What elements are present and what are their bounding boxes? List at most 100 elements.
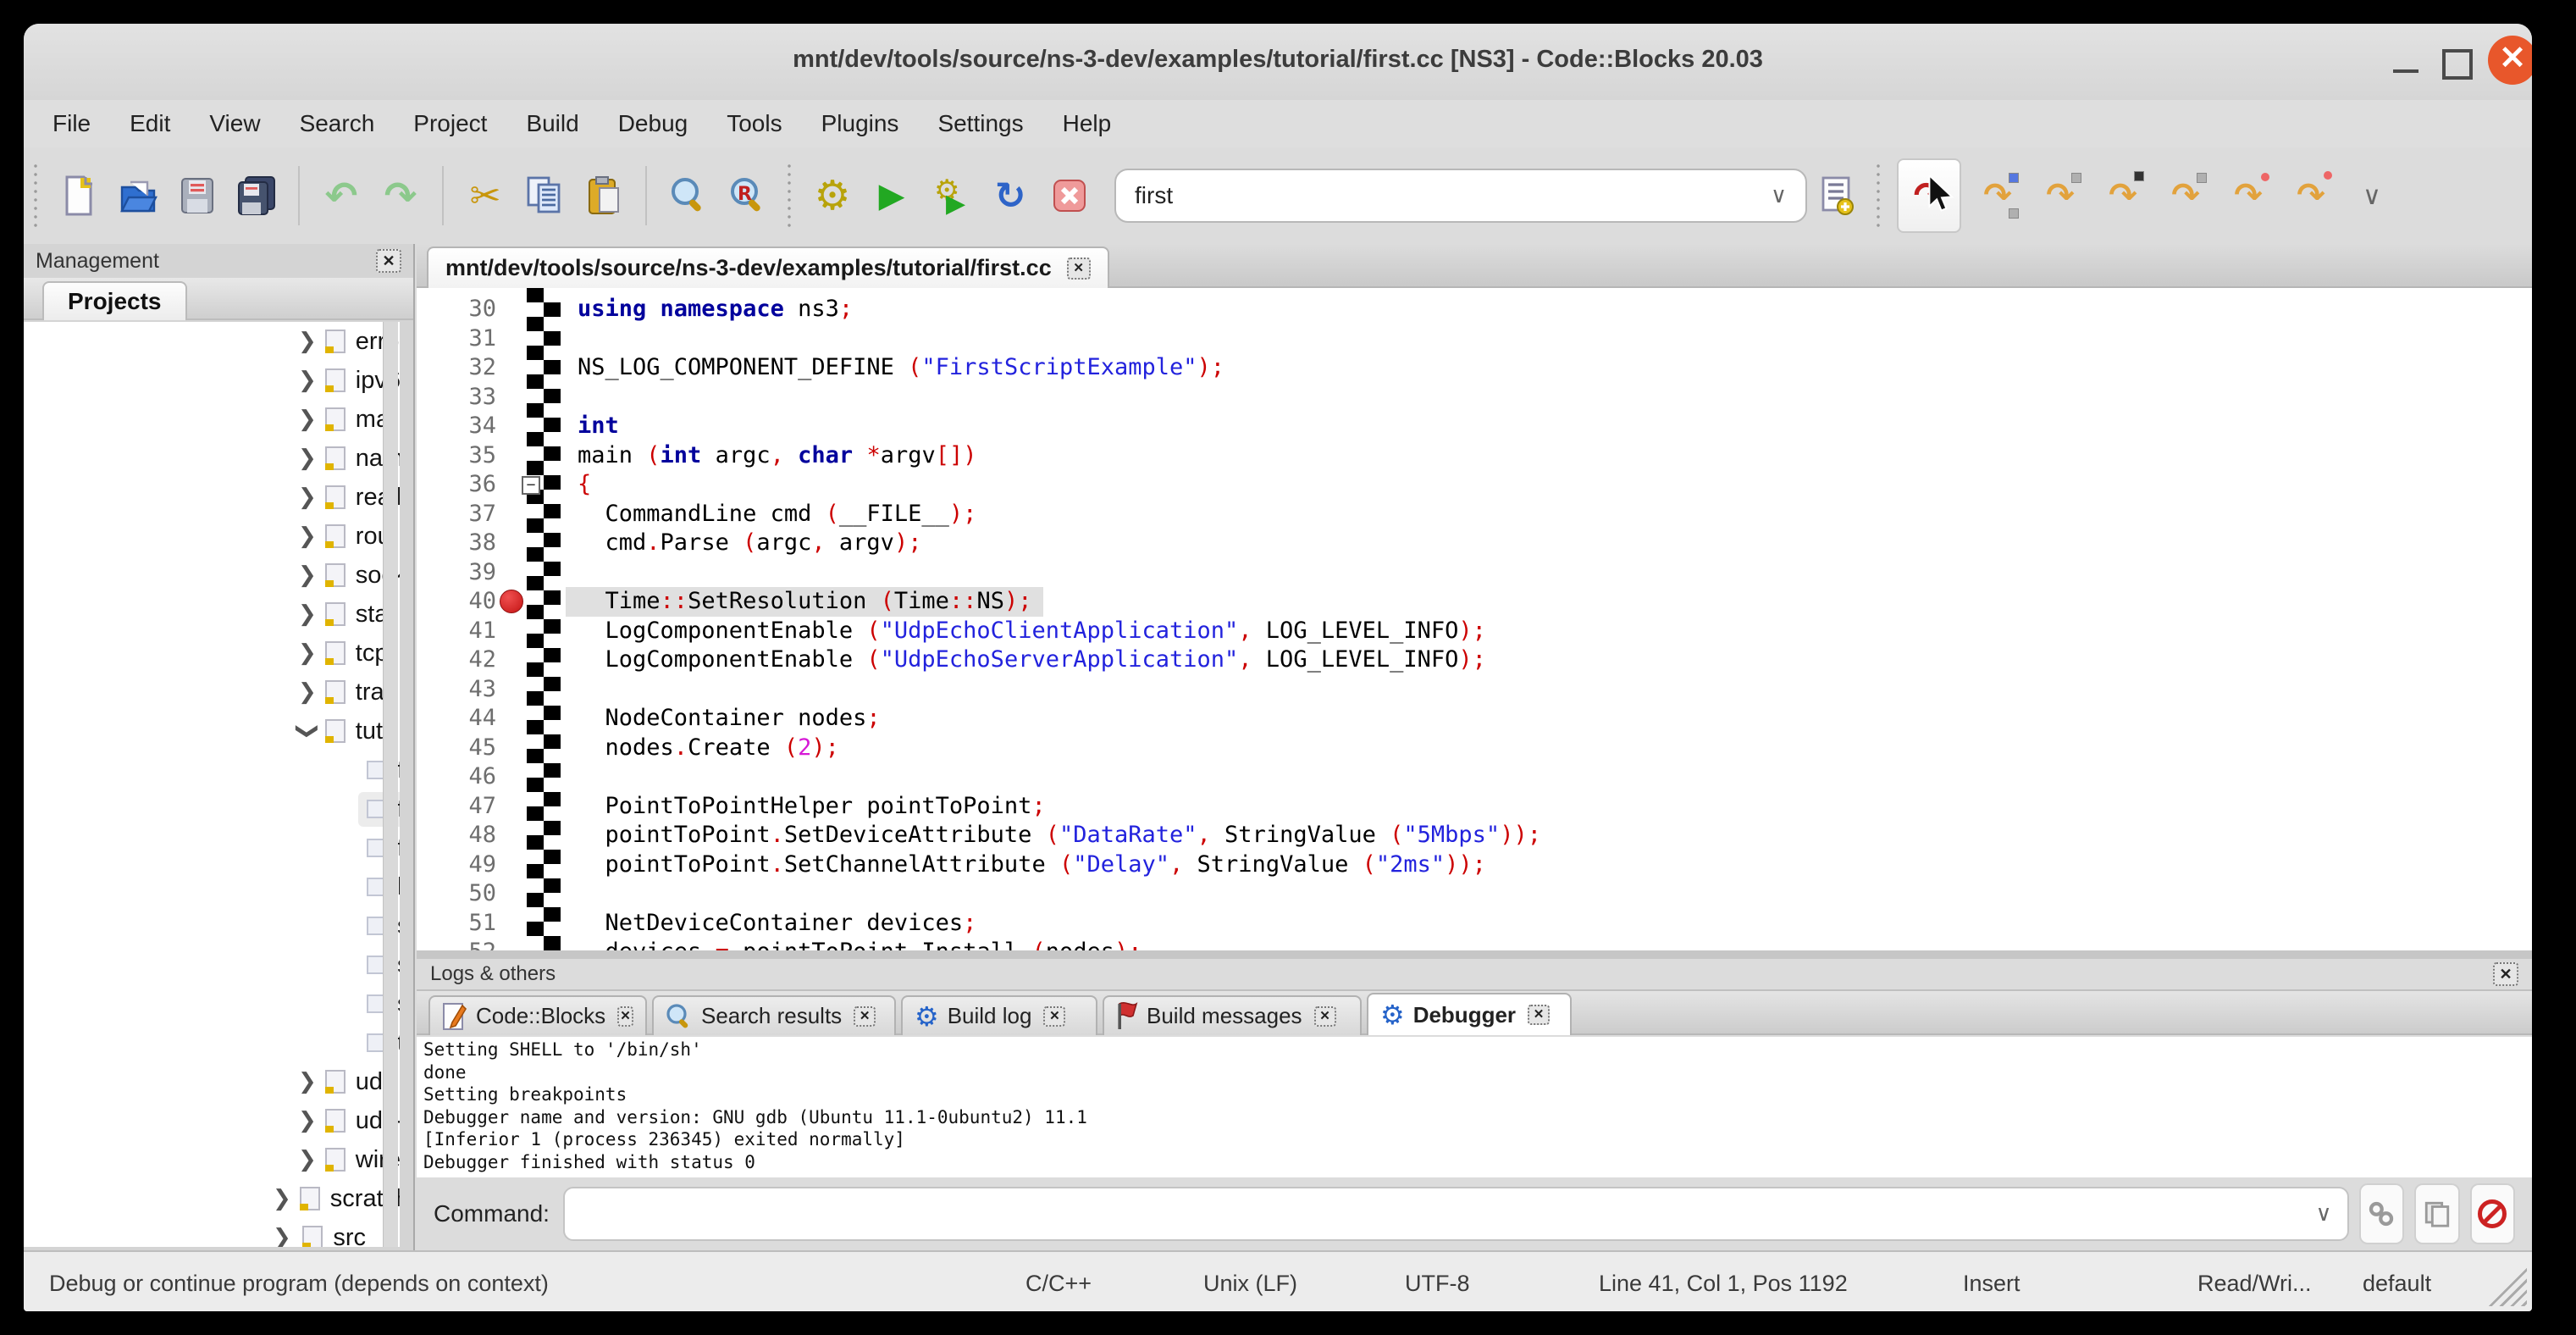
line-number[interactable]: 37 [417,500,496,529]
build-button[interactable]: ⚙ [810,172,854,219]
minimize-button[interactable] [2386,42,2425,81]
code-line-32[interactable]: 32NS_LOG_COMPONENT_DEFINE ("FirstScriptE… [417,353,2532,383]
code-line-34[interactable]: 34int [417,412,2532,441]
tree-item-rout[interactable]: ❯rout [24,517,400,556]
code-line-40[interactable]: 40 Time::SetResolution (Time::NS); [417,587,2532,617]
toolbar-grip[interactable] [32,162,41,230]
tree-item-mat[interactable]: ❯mat [24,400,400,439]
tab-projects[interactable]: Projects [42,281,187,320]
code-editor[interactable]: 30using namespace ns3;3132NS_LOG_COMPONE… [417,288,2532,950]
next-instruction-button[interactable]: ↷ [2225,166,2271,225]
code-line-33[interactable]: 33 [417,383,2532,413]
log-tab-close-icon[interactable]: ✕ [1314,1006,1336,1027]
next-line-button[interactable]: ↷ [2037,166,2083,225]
close-button[interactable]: ✕ [2488,36,2532,85]
code-line-43[interactable]: 43 [417,675,2532,705]
tree-item-udp[interactable]: ❯udp [24,1062,400,1101]
stop-debugger-button[interactable] [2470,1183,2515,1244]
maximize-button[interactable] [2435,42,2474,81]
code-line-49[interactable]: 49 pointToPoint.SetChannelAttribute ("De… [417,850,2532,880]
line-number[interactable]: 43 [417,675,496,705]
chevron-collapsed-icon[interactable]: ❯ [298,523,317,549]
line-number[interactable]: 51 [417,909,496,939]
line-number[interactable]: 39 [417,558,496,588]
code-line-31[interactable]: 31 [417,324,2532,354]
line-number[interactable]: 30 [417,295,496,324]
chevron-down-icon[interactable]: ∨ [2316,1201,2332,1227]
line-number[interactable]: 40 [417,587,496,617]
menu-edit[interactable]: Edit [130,110,170,137]
tree-item-se[interactable]: se [24,945,400,984]
menu-help[interactable]: Help [1063,110,1112,137]
line-number[interactable]: 38 [417,529,496,558]
copy-log-button[interactable] [2414,1183,2459,1244]
tree-item-trafl[interactable]: ❯trafl [24,673,400,712]
toolbar-grip[interactable] [786,162,794,230]
line-number[interactable]: 42 [417,645,496,675]
open-file-button[interactable] [116,172,160,219]
code-line-50[interactable]: 50 [417,879,2532,909]
undo-button[interactable]: ↶ [319,172,363,219]
code-line-46[interactable]: 46 [417,762,2532,792]
menu-search[interactable]: Search [300,110,375,137]
menu-tools[interactable]: Tools [727,110,782,137]
save-file-button[interactable] [175,172,219,219]
code-line-51[interactable]: 51 NetDeviceContainer devices; [417,909,2532,939]
menu-plugins[interactable]: Plugins [821,110,899,137]
line-number[interactable]: 41 [417,617,496,646]
tree-item-tcp[interactable]: ❯tcp [24,634,400,673]
menu-file[interactable]: File [53,110,91,137]
resize-grip[interactable] [2488,1267,2527,1306]
line-number[interactable]: 34 [417,412,496,441]
tree-item-nam[interactable]: ❯nam [24,439,400,478]
tree-item-fo[interactable]: fo [24,828,400,867]
log-tab-close-icon[interactable]: ✕ [854,1006,876,1027]
tree-item-fir[interactable]: fir [24,789,400,828]
line-number[interactable]: 36 [417,470,496,500]
line-number[interactable]: 49 [417,850,496,880]
step-out-button[interactable]: ↷ [2163,166,2208,225]
tree-item-sock[interactable]: ❯sock [24,556,400,595]
build-target-options-button[interactable] [1815,172,1859,219]
log-tab-close-icon[interactable]: ✕ [1043,1006,1065,1027]
tree-item-scratch[interactable]: ❯scratch [24,1179,400,1218]
command-input[interactable]: ∨ [563,1187,2349,1241]
code-line-48[interactable]: 48 pointToPoint.SetDeviceAttribute ("Dat… [417,821,2532,850]
chevron-collapsed-icon[interactable]: ❯ [298,1069,317,1094]
tree-item-erro[interactable]: ❯erro [24,322,400,361]
code-line-35[interactable]: 35main (int argc, char *argv[]) [417,441,2532,471]
line-number[interactable]: 45 [417,734,496,763]
find-button[interactable] [666,172,710,219]
code-line-36[interactable]: 36−{ [417,470,2532,500]
tree-item-stat[interactable]: ❯stat [24,595,400,634]
chevron-collapsed-icon[interactable]: ❯ [298,446,317,471]
chevron-collapsed-icon[interactable]: ❯ [298,601,317,627]
title-bar[interactable]: mnt/dev/tools/source/ns-3-dev/examples/t… [24,24,2532,100]
debugger-log[interactable]: Setting SHELL to '/bin/sh'doneSetting br… [417,1037,2532,1177]
rebuild-button[interactable]: ↻ [988,172,1032,219]
menu-debug[interactable]: Debug [618,110,688,137]
line-number[interactable]: 46 [417,762,496,792]
step-into-instruction-button[interactable]: ↷ [2288,166,2334,225]
chevron-collapsed-icon[interactable]: ❯ [298,368,317,393]
chevron-collapsed-icon[interactable]: ❯ [298,1108,317,1133]
editor-tab-close-icon[interactable]: ✕ [1067,258,1091,280]
menu-view[interactable]: View [209,110,260,137]
code-line-39[interactable]: 39 [417,558,2532,588]
tree-item-si[interactable]: si [24,984,400,1023]
code-line-42[interactable]: 42 LogComponentEnable ("UdpEchoServerApp… [417,645,2532,675]
log-tab-close-icon[interactable]: ✕ [617,1006,633,1027]
line-number[interactable]: 52 [417,938,496,950]
tree-item-ipv6[interactable]: ❯ipv6 [24,361,400,400]
cut-button[interactable]: ✂ [463,172,507,219]
tree-item-tuto[interactable]: ❯tuto [24,712,400,751]
build-target-combo[interactable]: first∨ [1114,169,1807,223]
chevron-collapsed-icon[interactable]: ❯ [298,485,317,510]
code-line-37[interactable]: 37 CommandLine cmd (__FILE__); [417,500,2532,529]
log-tab-search-results[interactable]: Search results✕ [652,995,896,1035]
run-button[interactable]: ▶ [870,172,914,219]
tree-item-udp-[interactable]: ❯udp- [24,1101,400,1140]
line-number[interactable]: 33 [417,383,496,413]
log-tab-debugger[interactable]: ⚙Debugger✕ [1367,993,1572,1035]
tree-item-src[interactable]: ❯src [24,1218,400,1247]
